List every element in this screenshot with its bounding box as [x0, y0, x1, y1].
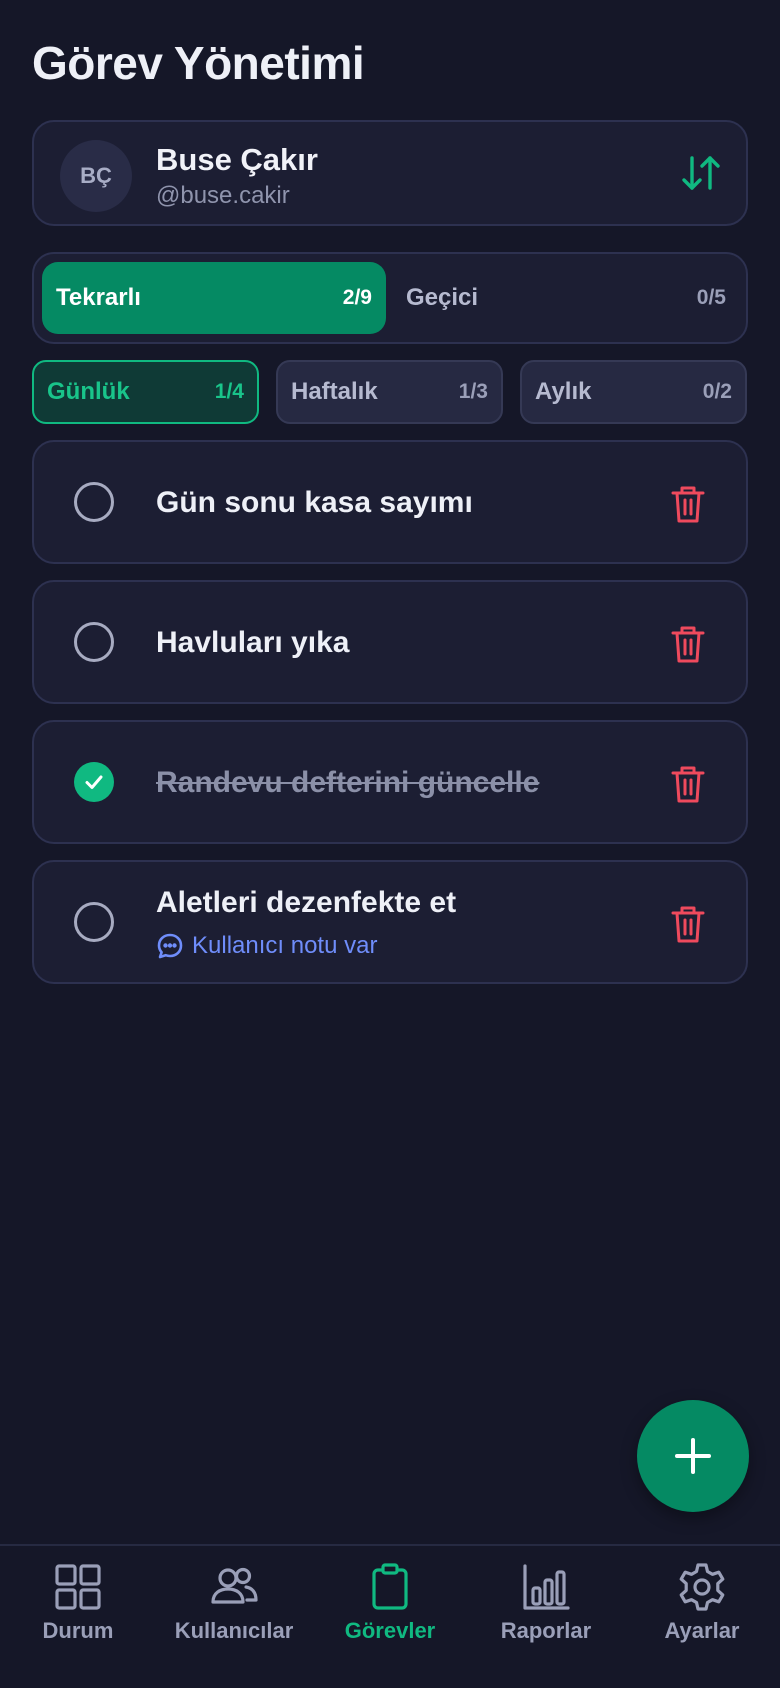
nav-durum[interactable]: Durum	[0, 1562, 156, 1662]
tab-label: Geçici	[406, 284, 479, 311]
task-checkbox-checked[interactable]	[74, 762, 114, 802]
checkmark-icon	[85, 775, 103, 789]
chat-bubble-icon	[157, 933, 183, 959]
trash-icon[interactable]	[670, 904, 706, 944]
user-handle: @buse.cakir	[156, 182, 290, 209]
tab-count: 2/9	[342, 286, 372, 309]
tab-label: Tekrarlı	[56, 284, 141, 311]
filter-haftalik[interactable]: Haftalık 1/3	[276, 360, 503, 424]
filter-count: 1/4	[214, 380, 244, 403]
avatar: BÇ	[60, 140, 132, 212]
task-title: Randevu defterini güncelle	[156, 766, 540, 799]
task-card[interactable]: Gün sonu kasa sayımı	[32, 440, 748, 564]
user-name: Buse Çakır	[156, 142, 318, 177]
plus-icon	[675, 1438, 711, 1474]
task-title: Gün sonu kasa sayımı	[156, 486, 473, 519]
task-card[interactable]: Havluları yıka	[32, 580, 748, 704]
trash-icon[interactable]	[670, 484, 706, 524]
tab-count: 0/5	[696, 286, 726, 309]
task-checkbox[interactable]	[74, 482, 114, 522]
clipboard-icon	[372, 1563, 408, 1610]
users-icon	[211, 1567, 258, 1604]
filter-label: Günlük	[47, 378, 130, 405]
swap-arrows-icon[interactable]	[680, 152, 722, 194]
filter-count: 1/3	[458, 380, 488, 403]
page-title: Görev Yönetimi	[32, 37, 365, 89]
add-task-button[interactable]	[637, 1400, 749, 1512]
user-card[interactable]: BÇ Buse Çakır @buse.cakir	[32, 120, 748, 226]
trash-icon[interactable]	[670, 764, 706, 804]
nav-label: Durum	[42, 1618, 114, 1643]
nav-label: Görevler	[344, 1618, 436, 1643]
nav-kullanicilar[interactable]: Kullanıcılar	[156, 1562, 312, 1662]
tab-tekrarli[interactable]: Tekrarlı 2/9	[42, 262, 386, 334]
grid-icon	[55, 1564, 101, 1610]
tab-gecici[interactable]: Geçici 0/5	[392, 262, 740, 334]
nav-label: Kullanıcılar	[174, 1618, 294, 1643]
filter-label: Aylık	[535, 378, 592, 405]
nav-ayarlar[interactable]: Ayarlar	[624, 1562, 780, 1662]
task-card[interactable]: Aletleri dezenfekte et Kullanıcı notu va…	[32, 860, 748, 984]
nav-label: Ayarlar	[664, 1618, 740, 1643]
nav-label: Raporlar	[500, 1618, 592, 1643]
filter-count: 0/2	[702, 380, 732, 403]
nav-raporlar[interactable]: Raporlar	[468, 1562, 624, 1662]
trash-icon[interactable]	[670, 624, 706, 664]
filter-gunluk[interactable]: Günlük 1/4	[32, 360, 259, 424]
task-checkbox[interactable]	[74, 902, 114, 942]
task-title: Aletleri dezenfekte et	[156, 886, 457, 919]
task-checkbox[interactable]	[74, 622, 114, 662]
task-card[interactable]: Randevu defterini güncelle	[32, 720, 748, 844]
nav-gorevler[interactable]: Görevler	[312, 1562, 468, 1662]
note-label: Kullanıcı notu var	[192, 932, 378, 959]
task-title: Havluları yıka	[156, 626, 350, 659]
bottom-navigation: Durum Kullanıcılar Görevler Raporlar Aya…	[0, 1544, 780, 1688]
gear-icon	[679, 1563, 725, 1611]
user-note-indicator[interactable]: Kullanıcı notu var	[156, 932, 377, 960]
task-type-segmented-control: Tekrarlı 2/9 Geçici 0/5	[32, 252, 748, 344]
bar-chart-icon	[523, 1564, 570, 1610]
filter-label: Haftalık	[291, 378, 378, 405]
filter-aylik[interactable]: Aylık 0/2	[520, 360, 747, 424]
